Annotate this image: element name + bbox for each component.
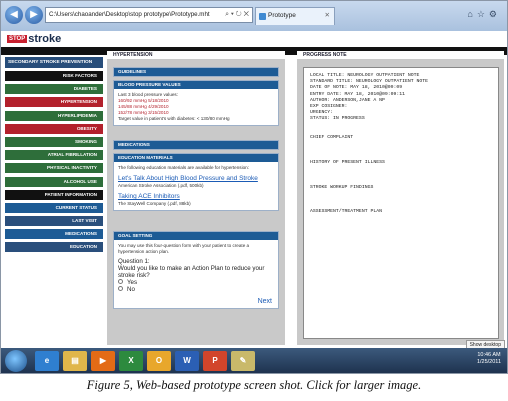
- panel-heading: HYPERTENSION: [107, 51, 285, 59]
- outlook-icon[interactable]: O: [147, 351, 171, 371]
- bp-values-header[interactable]: BLOOD PRESSURE VALUES: [114, 81, 278, 89]
- hypertension-panel: HYPERTENSION GUIDELINES BLOOD PRESSURE V…: [107, 51, 285, 345]
- medications-header[interactable]: MEDICATIONS: [114, 141, 278, 149]
- sidebar-item-obesity[interactable]: OBESITY: [5, 123, 103, 134]
- education-card: EDUCATION MATERIALS The following educat…: [113, 153, 279, 211]
- ie-icon[interactable]: e: [35, 351, 59, 371]
- education-source-2: The StayWell Company (.pdf, 88kb): [118, 201, 191, 206]
- sidebar: SECONDARY STROKE PREVENTION RISK FACTORS…: [5, 57, 103, 256]
- tab-label: Prototype: [268, 12, 296, 19]
- question-text: Would you like to make an Action Plan to…: [118, 265, 265, 279]
- sidebar-item-education[interactable]: EDUCATION: [5, 242, 103, 253]
- sidebar-item-smoking[interactable]: SMOKING: [5, 136, 103, 147]
- explorer-folder-icon[interactable]: ▤: [63, 351, 87, 371]
- excel-icon[interactable]: X: [119, 351, 143, 371]
- word-icon[interactable]: W: [175, 351, 199, 371]
- radio-yes-control[interactable]: [118, 279, 123, 284]
- web-page: STOP stroke SECONDARY STROKE PREVENTION R…: [1, 31, 507, 348]
- education-header[interactable]: EDUCATION MATERIALS: [114, 154, 278, 162]
- logo-stop: STOP: [7, 35, 28, 43]
- site-header: STOP stroke: [1, 31, 507, 47]
- sidebar-title: SECONDARY STROKE PREVENTION: [5, 57, 103, 68]
- toolbar-icons[interactable]: ⌂☆⚙: [467, 9, 501, 20]
- next-link[interactable]: Next: [258, 298, 272, 305]
- search-refresh-icons[interactable]: ⌕ ▾ ↻ ✕: [225, 8, 249, 22]
- sidebar-item-medications[interactable]: MEDICATIONS: [5, 229, 103, 240]
- sidebar-item-current-status[interactable]: CURRENT STATUS: [5, 202, 103, 213]
- bp-target: Target value in patient's with diabetes:…: [118, 116, 230, 121]
- address-text: C:\Users\chaoander\Desktop\stop prototyp…: [49, 11, 210, 18]
- forward-arrow-icon[interactable]: ▶: [25, 6, 43, 24]
- figure-caption[interactable]: Figure 5, Web-based prototype screen sho…: [0, 378, 508, 393]
- sidebar-item-alcohol-use[interactable]: ALCOHOL USE: [5, 176, 103, 187]
- radio-yes-label: Yes: [127, 279, 138, 286]
- powerpoint-icon[interactable]: P: [203, 351, 227, 371]
- progress-note-heading: PROGRESS NOTE: [297, 51, 504, 59]
- logo-stroke: stroke: [28, 33, 62, 45]
- stopstroke-logo: STOP stroke: [7, 33, 61, 45]
- education-link-1[interactable]: Let's Talk About High Blood Pressure and…: [118, 175, 274, 183]
- medications-card[interactable]: MEDICATIONS: [113, 140, 279, 150]
- progress-note-panel: PROGRESS NOTE LOCAL TITLE: NEUROLOGY OUT…: [297, 51, 504, 345]
- radio-no-control[interactable]: [118, 286, 123, 291]
- sidebar-item-diabetes[interactable]: DIABETES: [5, 84, 103, 95]
- radio-yes[interactable]: Yes: [118, 279, 274, 286]
- sidebar-item-hypertension[interactable]: HYPERTENSION: [5, 97, 103, 108]
- tab-close-icon[interactable]: ✕: [325, 8, 330, 24]
- system-clock[interactable]: 10:46 AM 1/25/2011: [477, 352, 501, 366]
- sidebar-item-risk-factors[interactable]: RISK FACTORS: [5, 71, 103, 81]
- taskbar: e ▤ ▶ X O W P ✎ 10:46 AM 1/25/2011: [1, 348, 507, 373]
- clock-date: 1/25/2011: [476, 359, 501, 365]
- sidebar-item-last-visit[interactable]: LAST VISIT: [5, 216, 103, 227]
- radio-no[interactable]: No: [118, 286, 274, 293]
- clock-time: 10:46 AM: [477, 352, 501, 358]
- bp-values-card: BLOOD PRESSURE VALUES Last 3 blood press…: [113, 80, 279, 126]
- question-number: Question 1:: [118, 258, 150, 265]
- browser-toolbar: ◀ ▶ C:\Users\chaoander\Desktop\stop prot…: [1, 1, 507, 31]
- goal-intro: You may use this four-question form with…: [118, 243, 250, 254]
- tab-prototype[interactable]: Prototype ✕: [255, 7, 335, 25]
- goal-setting-header[interactable]: GOAL SETTING: [114, 232, 278, 240]
- media-player-icon[interactable]: ▶: [91, 351, 115, 371]
- radio-no-label: No: [127, 286, 135, 293]
- progress-note-textarea[interactable]: LOCAL TITLE: NEUROLOGY OUTPATIENT NOTE S…: [303, 67, 499, 339]
- sidebar-item-hyperlipidemia[interactable]: HYPERLIPIDEMIA: [5, 110, 103, 121]
- sidebar-item-atrial-fibrillation[interactable]: ATRIAL FIBRILLATION: [5, 150, 103, 161]
- guidelines-header[interactable]: GUIDELINES: [114, 68, 278, 76]
- back-arrow-icon[interactable]: ◀: [5, 6, 23, 24]
- goal-setting-card: GOAL SETTING You may use this four-quest…: [113, 231, 279, 309]
- screenshot-frame: ◀ ▶ C:\Users\chaoander\Desktop\stop prot…: [0, 0, 508, 374]
- page-favicon-icon: [259, 13, 266, 20]
- notes-app-icon[interactable]: ✎: [231, 351, 255, 371]
- guidelines-card[interactable]: GUIDELINES: [113, 67, 279, 77]
- sidebar-item-patient-information[interactable]: PATIENT INFORMATION: [5, 189, 103, 200]
- education-link-2[interactable]: Taking ACE Inhibitors: [118, 193, 274, 201]
- start-button[interactable]: [5, 350, 27, 372]
- address-bar[interactable]: C:\Users\chaoander\Desktop\stop prototyp…: [45, 7, 253, 23]
- sidebar-item-physical-inactivity[interactable]: PHYSICAL INACTIVITY: [5, 163, 103, 174]
